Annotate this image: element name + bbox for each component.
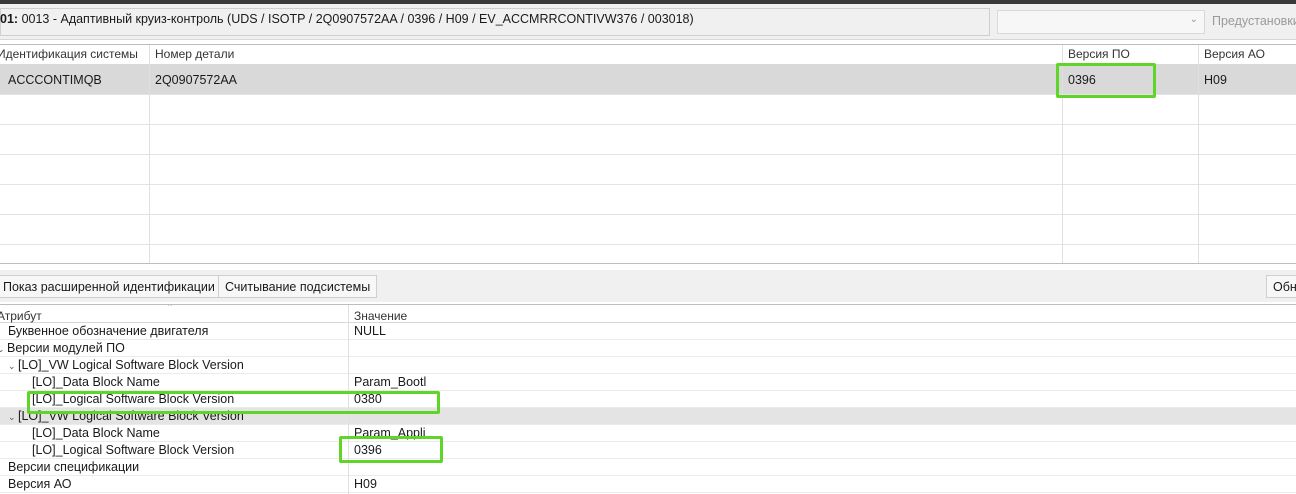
attribute-value: Param_Bootl — [354, 375, 427, 389]
table-row[interactable]: ⌄ [LO]_VW Logical Software Block Version — [0, 357, 1296, 374]
refresh-button[interactable]: Обн — [1266, 275, 1296, 298]
attribute-value: NULL — [354, 324, 386, 338]
presets-button[interactable]: Предустановки — [1212, 14, 1296, 28]
extended-identification-button[interactable]: Показ расширенной идентификации — [0, 275, 222, 298]
application-version-highlight — [339, 436, 443, 463]
attribute-table: ⌃ Атрибут Значение Буквенное обозначение… — [0, 304, 1296, 494]
sw-version-highlight — [1056, 63, 1156, 98]
empty-table-row — [0, 245, 1296, 263]
module-description: 0013 - Адаптивный круиз-контроль (UDS / … — [21, 12, 694, 26]
system-identification-table: Идентификация системы Номер детали Верси… — [0, 44, 1296, 264]
preset-select[interactable]: ⌄ — [997, 10, 1205, 34]
column-divider — [149, 45, 150, 263]
module-title-bar: 01: 0013 - Адаптивный круиз-контроль (UD… — [0, 4, 1296, 40]
table-row[interactable]: [LO]_Data Block Name Param_Appli — [0, 425, 1296, 442]
table-row[interactable]: Версии спецификации — [0, 459, 1296, 476]
column-header-system[interactable]: Идентификация системы — [0, 47, 138, 61]
column-header-part-number[interactable]: Номер детали — [155, 47, 234, 61]
attribute-name: [LO]_VW Logical Software Block Version — [18, 358, 244, 372]
attribute-name: Буквенное обозначение двигателя — [8, 324, 209, 338]
part-number-cell: 2Q0907572AA — [155, 73, 238, 87]
system-table-header: Идентификация системы Номер детали Верси… — [0, 45, 1296, 65]
empty-table-row — [0, 95, 1296, 125]
module-address: 01: — [0, 12, 19, 26]
attribute-name: [LO]_Data Block Name — [32, 426, 160, 440]
column-header-attribute[interactable]: Атрибут — [0, 309, 42, 323]
empty-table-row — [0, 125, 1296, 155]
attribute-name: [LO]_Logical Software Block Version — [32, 443, 235, 457]
hw-version-cell: H09 — [1204, 73, 1227, 87]
table-row[interactable]: ⌄Версии модулей ПО — [0, 340, 1296, 357]
table-row[interactable]: Версия АО H09 — [0, 476, 1296, 493]
chevron-down-icon: ⌄ — [1189, 14, 1198, 25]
attribute-name: Версия АО — [8, 477, 72, 491]
empty-table-row — [0, 215, 1296, 245]
bootloader-version-highlight — [27, 391, 440, 414]
table-row[interactable]: [LO]_Logical Software Block Version 0396 — [0, 442, 1296, 459]
column-header-sw-version[interactable]: Версия ПО — [1068, 47, 1130, 61]
attribute-name: Версии модулей ПО — [7, 341, 125, 355]
read-subsystem-button[interactable]: Считывание подсистемы — [218, 275, 378, 298]
sort-caret-icon: ⌃ — [166, 304, 174, 312]
column-header-hw-version[interactable]: Версия АО — [1204, 47, 1265, 61]
empty-table-row — [0, 155, 1296, 185]
module-title: 01: 0013 - Адаптивный круиз-контроль (UD… — [0, 12, 694, 26]
action-toolbar: Показ расширенной идентификации Считыван… — [0, 270, 1296, 302]
attribute-value: H09 — [354, 477, 377, 491]
attribute-name: [LO]_Data Block Name — [32, 375, 160, 389]
column-header-value[interactable]: Значение — [354, 309, 407, 323]
attribute-table-header: ⌃ Атрибут Значение — [0, 305, 1296, 323]
empty-table-row — [0, 185, 1296, 215]
expand-chevron-icon[interactable]: ⌄ — [8, 361, 18, 372]
table-row[interactable]: Буквенное обозначение двигателя NULL — [0, 323, 1296, 340]
attribute-name: Версии спецификации — [8, 460, 140, 474]
table-row[interactable]: [LO]_Data Block Name Param_Bootl — [0, 374, 1296, 391]
expand-chevron-icon[interactable]: ⌄ — [8, 412, 18, 423]
system-id-cell: ACCCONTIMQB — [8, 73, 102, 87]
expand-chevron-icon[interactable]: ⌄ — [0, 344, 7, 355]
column-divider — [1198, 45, 1199, 263]
